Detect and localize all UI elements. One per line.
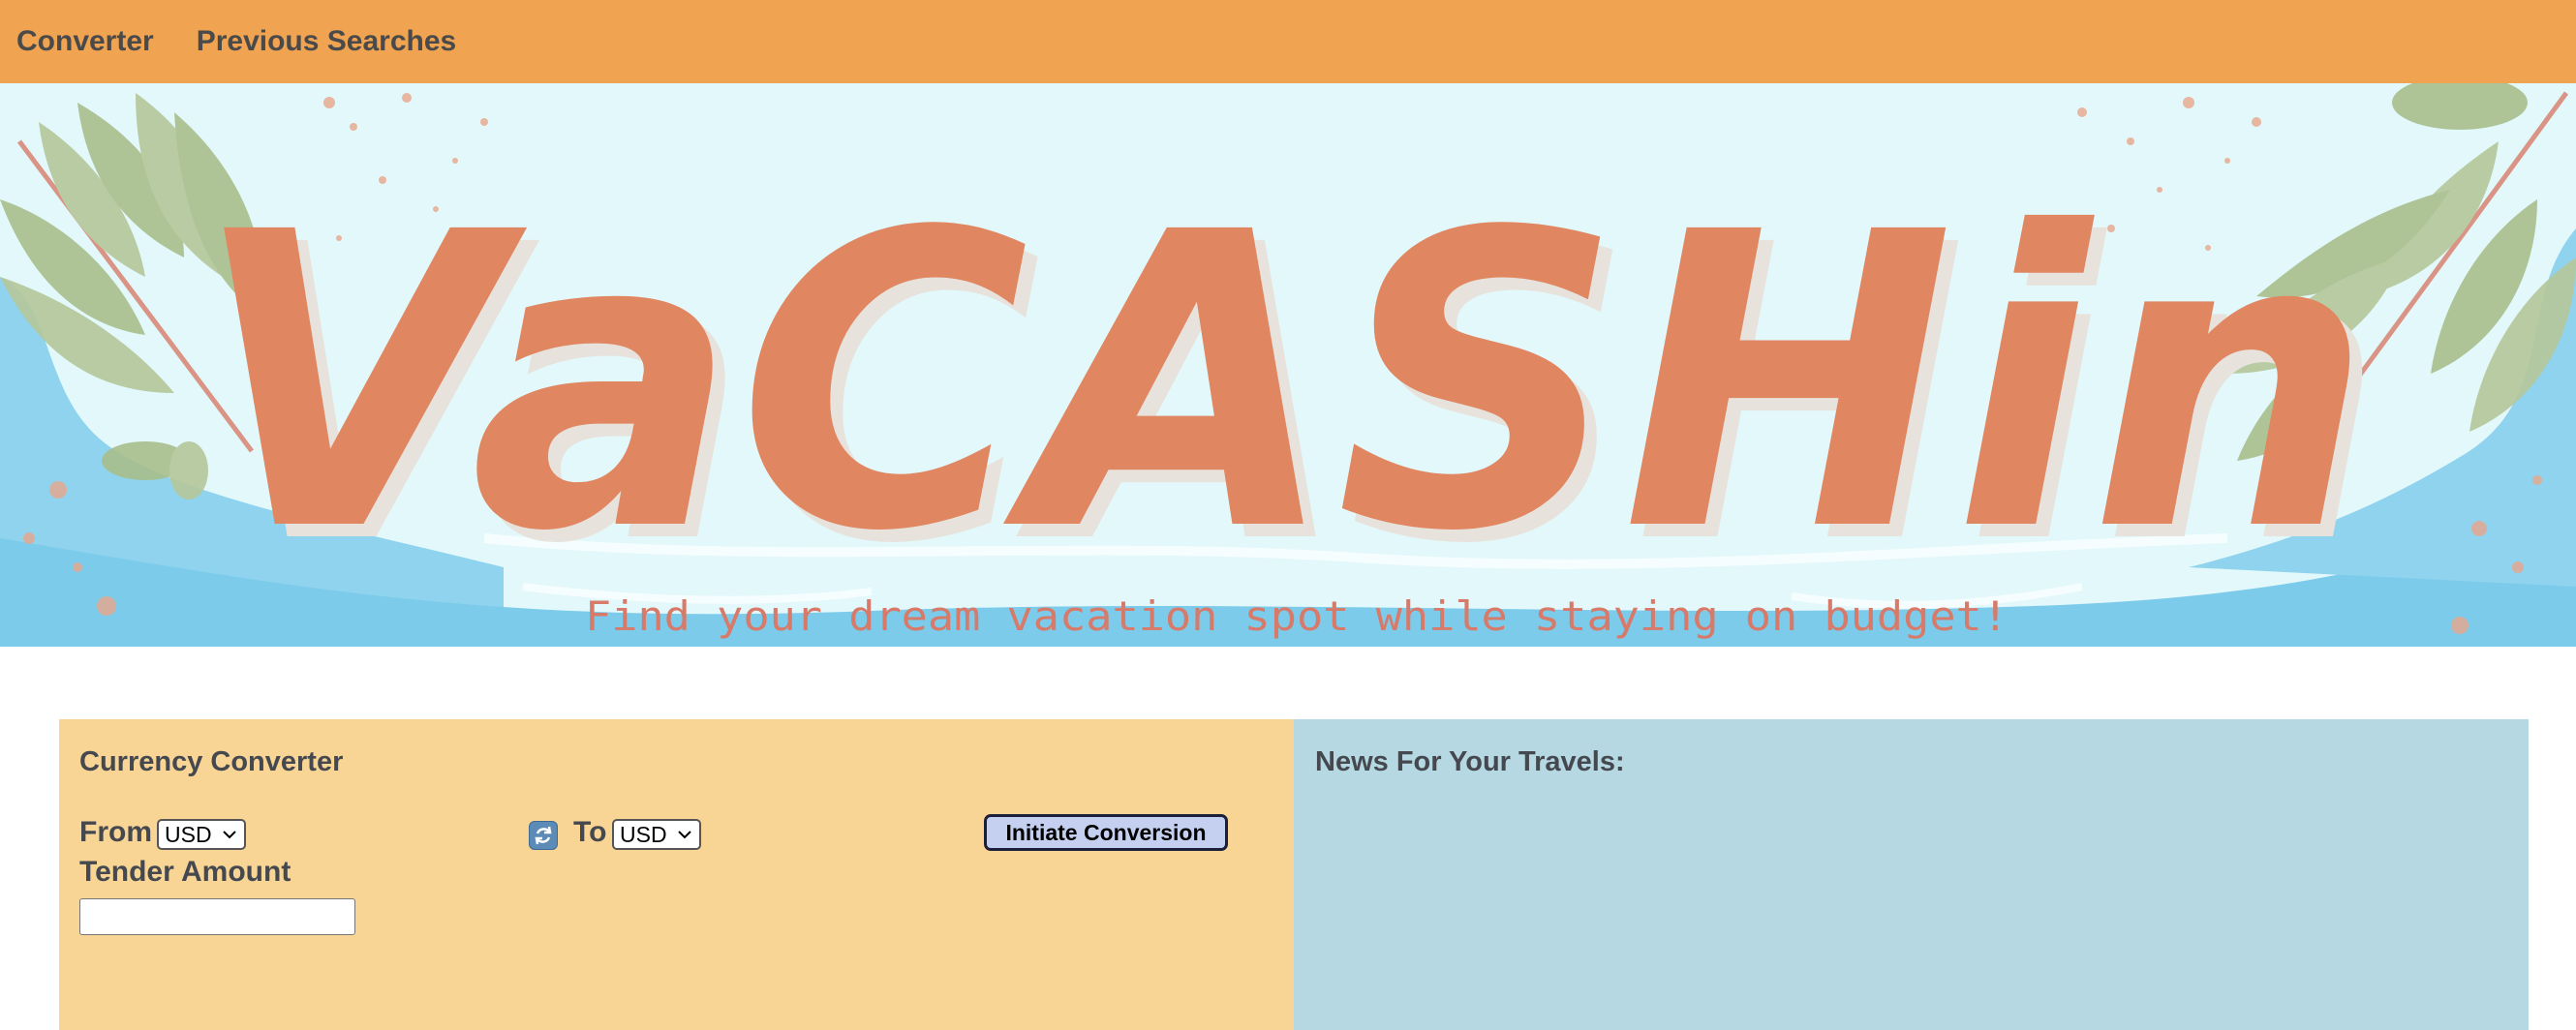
nav-link-previous-searches[interactable]: Previous Searches bbox=[197, 25, 457, 58]
news-title: News For Your Travels: bbox=[1315, 746, 1625, 777]
nav-link-converter[interactable]: Converter bbox=[16, 25, 154, 58]
to-currency-value: USD bbox=[620, 821, 667, 847]
chevron-down-icon bbox=[223, 831, 236, 839]
from-label: From bbox=[79, 816, 152, 848]
banner-tagline: Find your dream vacation spot while stay… bbox=[585, 592, 2009, 640]
tender-amount-label: Tender Amount bbox=[79, 856, 291, 888]
banner-illustration: VaCASHin VaCASHin Find your dream vacati… bbox=[0, 83, 2576, 647]
initiate-conversion-button[interactable]: Initiate Conversion bbox=[984, 814, 1228, 851]
swap-currencies-button[interactable] bbox=[529, 821, 558, 850]
converter-title: Currency Converter bbox=[79, 746, 344, 777]
tender-amount-input[interactable] bbox=[79, 898, 355, 935]
to-label: To bbox=[573, 816, 607, 848]
refresh-icon bbox=[535, 826, 552, 845]
to-currency-select[interactable]: USD bbox=[612, 819, 701, 850]
travel-news-panel: News For Your Travels: bbox=[1294, 719, 2529, 1030]
top-navigation: Converter Previous Searches bbox=[0, 0, 2576, 83]
hero-banner: VaCASHin VaCASHin Find your dream vacati… bbox=[0, 83, 2576, 647]
chevron-down-icon bbox=[678, 831, 691, 839]
site-logo: VaCASHin bbox=[194, 147, 2373, 621]
from-currency-select[interactable]: USD bbox=[157, 819, 246, 850]
from-currency-value: USD bbox=[165, 821, 212, 847]
currency-converter-panel: Currency Converter From USD To USD Initi… bbox=[59, 719, 1294, 1030]
